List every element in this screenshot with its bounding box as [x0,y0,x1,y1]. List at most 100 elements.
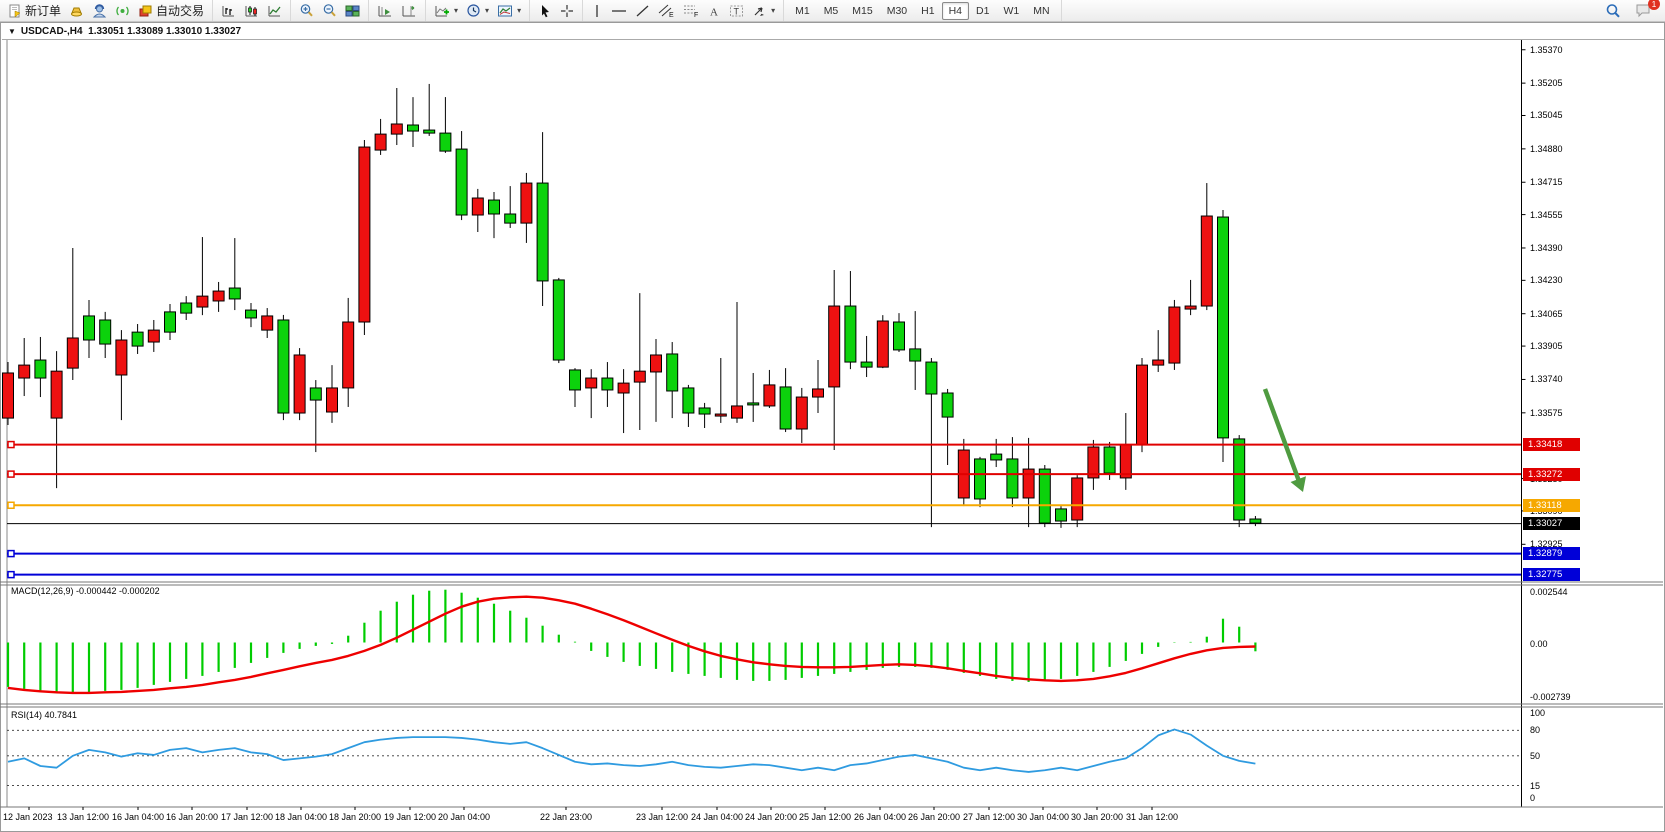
candle-body [262,316,273,330]
hline-handle[interactable] [8,471,14,477]
time-axis-label: 16 Jan 04:00 [112,812,164,822]
rsi-axis-label: 100 [1530,708,1545,718]
candle-body [391,124,402,134]
candle-body [213,291,224,301]
candle-body [553,280,564,360]
price-tick-label: 1.34065 [1530,309,1563,319]
hline-handle[interactable] [8,551,14,557]
hline-handle[interactable] [8,442,14,448]
candle-body [375,134,386,150]
candle-body [1056,509,1067,521]
time-axis-label: 25 Jan 12:00 [799,812,851,822]
rsi-axis-label: 0 [1530,793,1535,803]
price-line-badge: 1.33027 [1523,517,1580,530]
candle-body [67,338,78,368]
candle-body [84,316,95,340]
candle-body [926,362,937,394]
candle-body [116,340,127,375]
candle-body [343,322,354,388]
price-line-badge: 1.32879 [1523,547,1580,560]
chart-ohlc-values: 1.33051 1.33089 1.33010 1.33027 [88,26,241,37]
candle-body [1137,365,1148,445]
candle-body [440,133,451,151]
candle-body [521,183,532,223]
candle-body [1120,445,1131,478]
candle-body [602,378,613,390]
candle-body [359,147,370,322]
price-line-badge: 1.33418 [1523,438,1580,451]
candle-body [51,371,62,418]
candle-body [699,408,710,414]
candle-body [651,355,662,372]
candle-body [1039,469,1050,523]
price-tick-label: 1.35205 [1530,78,1563,88]
candle-body [894,322,905,350]
price-tick-label: 1.34555 [1530,210,1563,220]
candle-body [1153,360,1164,365]
candle-body [586,378,597,388]
candle-body [1234,439,1245,520]
candle-body [132,332,143,346]
annotation-arrow[interactable] [1265,389,1300,484]
time-axis-label: 19 Jan 12:00 [384,812,436,822]
candle-body [181,303,192,313]
candle-body [1007,459,1018,498]
time-axis-label: 24 Jan 04:00 [691,812,743,822]
macd-axis-label: -0.002739 [1530,692,1571,702]
time-axis-label: 26 Jan 04:00 [854,812,906,822]
candle-body [683,388,694,413]
price-tick-label: 1.33740 [1530,374,1563,384]
candle-body [764,385,775,406]
macd-label: MACD(12,26,9) -0.000442 -0.000202 [11,586,160,596]
candle-body [910,349,921,361]
candle-body [780,387,791,429]
candle-body [861,362,872,367]
candle-body [19,365,30,378]
candle-body [877,321,888,367]
time-axis-label: 26 Jan 20:00 [908,812,960,822]
time-axis-label: 20 Jan 04:00 [438,812,490,822]
macd-signal-line [8,597,1255,693]
candle-body [991,454,1002,460]
time-axis-label: 27 Jan 12:00 [963,812,1015,822]
time-axis-label: 18 Jan 04:00 [275,812,327,822]
time-axis-label: 30 Jan 04:00 [1017,812,1069,822]
macd-axis-label: 0.00 [1530,639,1548,649]
time-axis-label: 12 Jan 2023 [3,812,53,822]
macd-axis-label: 0.002544 [1530,587,1568,597]
candle-body [634,371,645,382]
time-axis-label: 23 Jan 12:00 [636,812,688,822]
price-tick-label: 1.33575 [1530,408,1563,418]
candle-body [748,403,759,405]
time-axis-label: 31 Jan 12:00 [1126,812,1178,822]
time-axis-label: 30 Jan 20:00 [1071,812,1123,822]
candle-body [505,214,516,223]
time-axis-label: 17 Jan 12:00 [221,812,273,822]
candle-body [796,397,807,429]
collapse-icon[interactable]: ▼ [8,27,16,36]
hline-handle[interactable] [8,572,14,578]
hline-handle[interactable] [8,502,14,508]
candle-body [1104,447,1115,473]
candle-body [246,310,257,318]
chart-plot-area[interactable] [0,0,1665,831]
rsi-line [8,729,1255,772]
candle-body [667,354,678,391]
price-tick-label: 1.35045 [1530,110,1563,120]
time-axis-label: 16 Jan 20:00 [166,812,218,822]
price-line-badge: 1.33272 [1523,468,1580,481]
candle-body [165,312,176,332]
candle-body [845,306,856,362]
candle-body [35,360,46,378]
candle-body [1250,519,1261,523]
candle-body [975,459,986,499]
time-axis-label: 13 Jan 12:00 [57,812,109,822]
chart-symbol-period: USDCAD-,H4 [21,26,83,37]
time-axis-label: 22 Jan 23:00 [540,812,592,822]
candle-body [310,388,321,400]
price-tick-label: 1.33905 [1530,341,1563,351]
candle-body [942,393,953,417]
candle-body [570,370,581,390]
candle-body [1218,217,1229,438]
candle-body [732,406,743,418]
